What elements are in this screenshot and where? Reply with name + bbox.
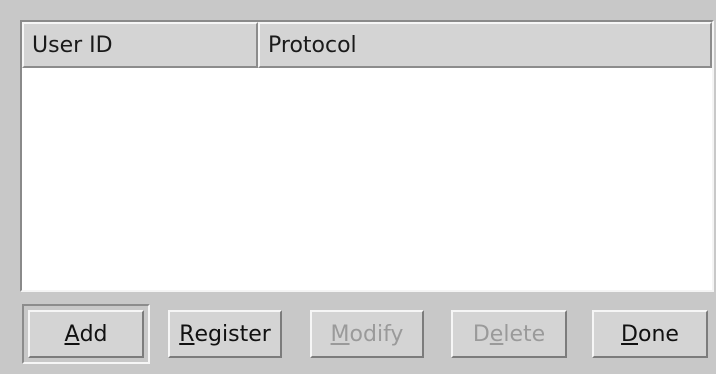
- modify-button[interactable]: Modify: [310, 310, 424, 358]
- column-header-protocol-label: Protocol: [268, 32, 357, 58]
- done-button[interactable]: Done: [592, 310, 708, 358]
- add-button-label-post: dd: [79, 321, 108, 347]
- modify-button-label-post: odify: [349, 321, 404, 347]
- button-row: Add Register Modify De lete Done: [22, 304, 714, 364]
- register-button-mnemonic: R: [179, 321, 195, 347]
- register-button-label-post: egister: [194, 321, 271, 347]
- column-header-protocol[interactable]: Protocol: [258, 22, 712, 68]
- done-button-mnemonic: D: [621, 321, 638, 347]
- user-id-dialog: User ID Protocol Add Register Modify Del…: [0, 0, 716, 374]
- delete-button-mnemonic: e: [489, 321, 504, 347]
- delete-button-label-pre: D: [472, 321, 490, 347]
- modify-button-mnemonic: M: [330, 321, 350, 347]
- user-protocol-table[interactable]: User ID Protocol: [20, 20, 714, 292]
- delete-button-label-post: lete: [503, 321, 546, 347]
- table-body[interactable]: [22, 68, 712, 290]
- column-header-user-id[interactable]: User ID: [22, 22, 258, 68]
- add-button-mnemonic: A: [64, 321, 80, 347]
- done-button-label-post: one: [638, 321, 679, 347]
- add-button[interactable]: Add: [28, 310, 144, 358]
- table-header: User ID Protocol: [22, 22, 712, 68]
- delete-button[interactable]: De lete: [451, 310, 567, 358]
- register-button[interactable]: Register: [168, 310, 282, 358]
- column-header-user-id-label: User ID: [32, 32, 113, 58]
